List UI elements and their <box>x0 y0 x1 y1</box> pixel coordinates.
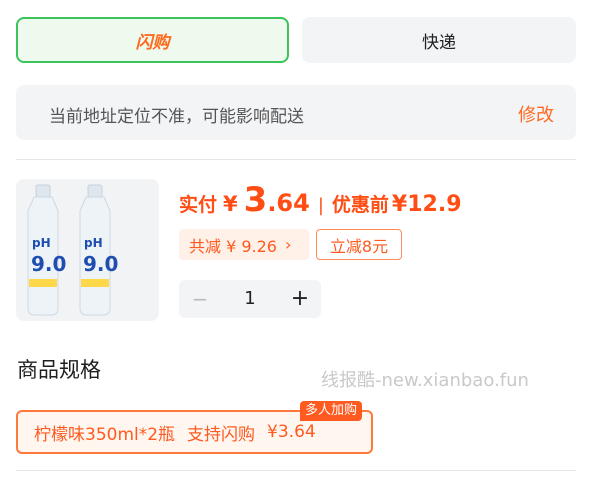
total-discount-text: 共减 ¥ 9.26 <box>189 236 277 256</box>
price-decimal: .64 <box>267 189 310 217</box>
original-price-label: 优惠前 <box>331 194 389 216</box>
spec-option-support: 支持闪购 <box>187 424 256 445</box>
actual-pay-label: 实付 <box>179 194 218 216</box>
decrease-quantity-button[interactable]: − <box>185 284 215 314</box>
edit-address-button[interactable]: 修改 <box>518 101 554 127</box>
bottle-label-ph: pH <box>32 236 51 250</box>
spec-section-title: 商品规格 <box>17 358 101 382</box>
original-price: ¥12.9 <box>391 192 462 217</box>
tab-express[interactable]: 快递 <box>302 17 576 63</box>
watermark: 线报酷-new.xianbao.fun <box>321 370 529 391</box>
bottle-label-ph: pH <box>84 236 103 250</box>
bottle-label-value: 9.0 <box>31 252 66 276</box>
delivery-tabs: 闪购 快递 <box>16 17 576 63</box>
bottle-label-value: 9.0 <box>83 252 118 276</box>
chevron-right-icon: › <box>284 235 292 254</box>
tab-flash-purchase[interactable]: 闪购 <box>16 17 289 63</box>
quantity-value[interactable]: 1 <box>227 284 273 314</box>
address-notice-bar: 当前地址定位不准，可能影响配送 修改 <box>16 85 576 140</box>
price-integer: 3 <box>243 180 268 220</box>
spec-option-name: 柠檬味350ml*2瓶 <box>34 424 176 445</box>
product-image: pH 9.0 pH 9.0 <box>16 179 159 321</box>
water-bottles-illustration: pH 9.0 pH 9.0 <box>27 184 118 316</box>
quantity-stepper: − 1 + <box>179 280 321 318</box>
total-discount-tag[interactable]: 共减 ¥ 9.26 › <box>179 229 309 260</box>
spec-option-price: ¥3.64 <box>267 422 316 442</box>
address-notice-text: 当前地址定位不准，可能影响配送 <box>49 107 304 127</box>
price-currency: ¥ <box>223 192 238 216</box>
multi-buy-badge: 多人加购 <box>300 401 363 421</box>
divider <box>16 470 576 471</box>
instant-discount-tag: 立减8元 <box>316 229 402 260</box>
divider <box>16 159 576 160</box>
increase-quantity-button[interactable]: + <box>285 284 315 314</box>
price-line: 实付 ¥ 3 .64 | 优惠前 ¥12.9 <box>179 180 462 224</box>
price-separator: | <box>317 195 324 216</box>
